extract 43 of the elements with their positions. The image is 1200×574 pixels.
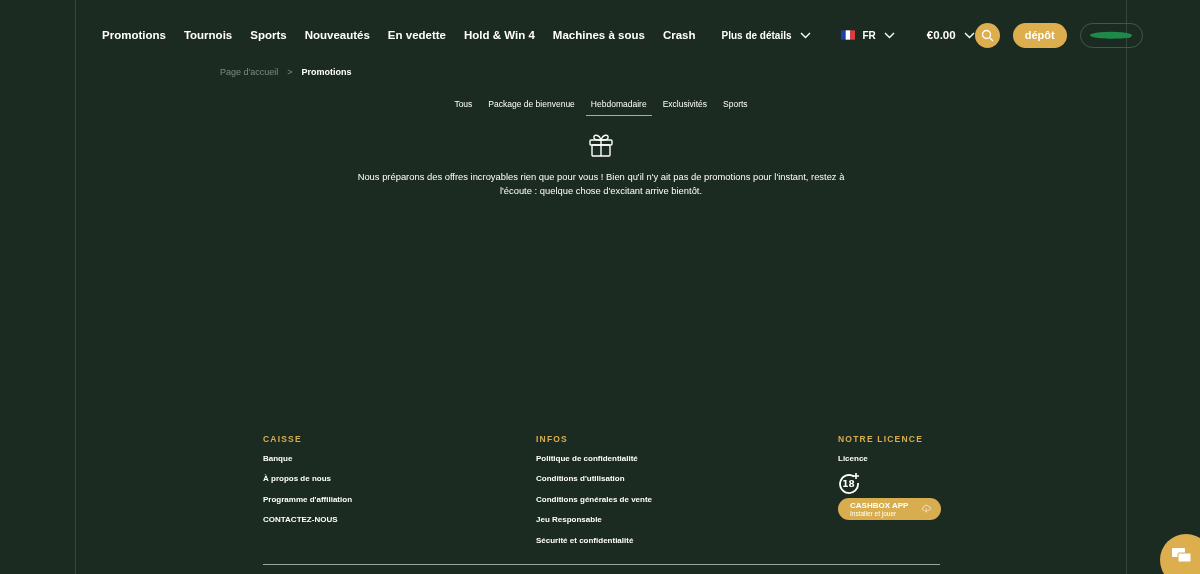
empty-message: Nous préparons des offres incroyables rien que pour vous ! Bien qu'il n'y ait pas de promotions pour l'instant, restez à l'écoute : quelque chose d'excitant arrive bientôt. (356, 170, 846, 198)
footer-link[interactable]: À propos de nous (263, 474, 536, 483)
language-dropdown[interactable]: FR (840, 29, 895, 41)
category-tab[interactable]: Hebdomadaire (585, 95, 652, 116)
scribble-icon (1088, 30, 1135, 40)
chevron-down-icon (799, 31, 811, 39)
nav-link[interactable]: En vedette (387, 29, 446, 41)
breadcrumb-separator-icon: > (287, 67, 293, 77)
footer-link[interactable]: Jeu Responsable (536, 515, 838, 524)
footer-link[interactable]: Banque (263, 453, 536, 463)
nav-link[interactable]: Nouveautés (304, 29, 370, 41)
footer-heading: CAISSE (263, 433, 303, 444)
footer-link[interactable]: Sécurité et confidentialité (536, 535, 838, 545)
footer-link[interactable]: Programme d'affiliation (263, 494, 536, 504)
footer-heading: NOTRE LICENCE (838, 433, 925, 444)
nav-link[interactable]: Machines à sous (552, 29, 645, 41)
footer-link[interactable]: Politique de confidentialité (536, 453, 838, 463)
footer-link[interactable]: Conditions d'utilisation (536, 474, 838, 483)
nav-link[interactable]: Sports (250, 29, 287, 41)
nav-link[interactable]: Tournois (183, 29, 233, 41)
breadcrumb-link[interactable]: Promotions (301, 67, 352, 77)
chat-icon (1171, 546, 1193, 565)
category-tab[interactable]: Tous (449, 95, 478, 116)
category-tab[interactable]: Sports (718, 95, 753, 116)
search-icon (980, 28, 994, 42)
footer-link[interactable]: CONTACTEZ-NOUS (263, 515, 536, 524)
balance-dropdown[interactable]: €0.00 (926, 29, 975, 41)
footer-link[interactable]: Licence (838, 453, 941, 463)
nav-link[interactable]: Crash (662, 29, 696, 41)
category-tab[interactable]: Exclusivités (657, 95, 713, 116)
chevron-down-icon (883, 31, 895, 39)
flag-icon (840, 30, 855, 40)
breadcrumb-link[interactable]: Page d'accueil (220, 67, 279, 77)
nav-link[interactable]: Promotions (102, 29, 166, 41)
search-button[interactable] (974, 22, 1000, 48)
category-tab[interactable]: Package de bienvenue (483, 95, 580, 116)
footer-link[interactable]: Conditions générales de vente (536, 494, 838, 504)
nav-link[interactable]: Hold & Win 4 (464, 29, 535, 41)
gift-icon (588, 132, 614, 158)
more-dropdown[interactable]: Plus de détails (721, 29, 811, 41)
cloud-download-icon (922, 503, 931, 515)
chevron-down-icon (963, 31, 975, 39)
footer-heading: INFOS (536, 433, 569, 444)
